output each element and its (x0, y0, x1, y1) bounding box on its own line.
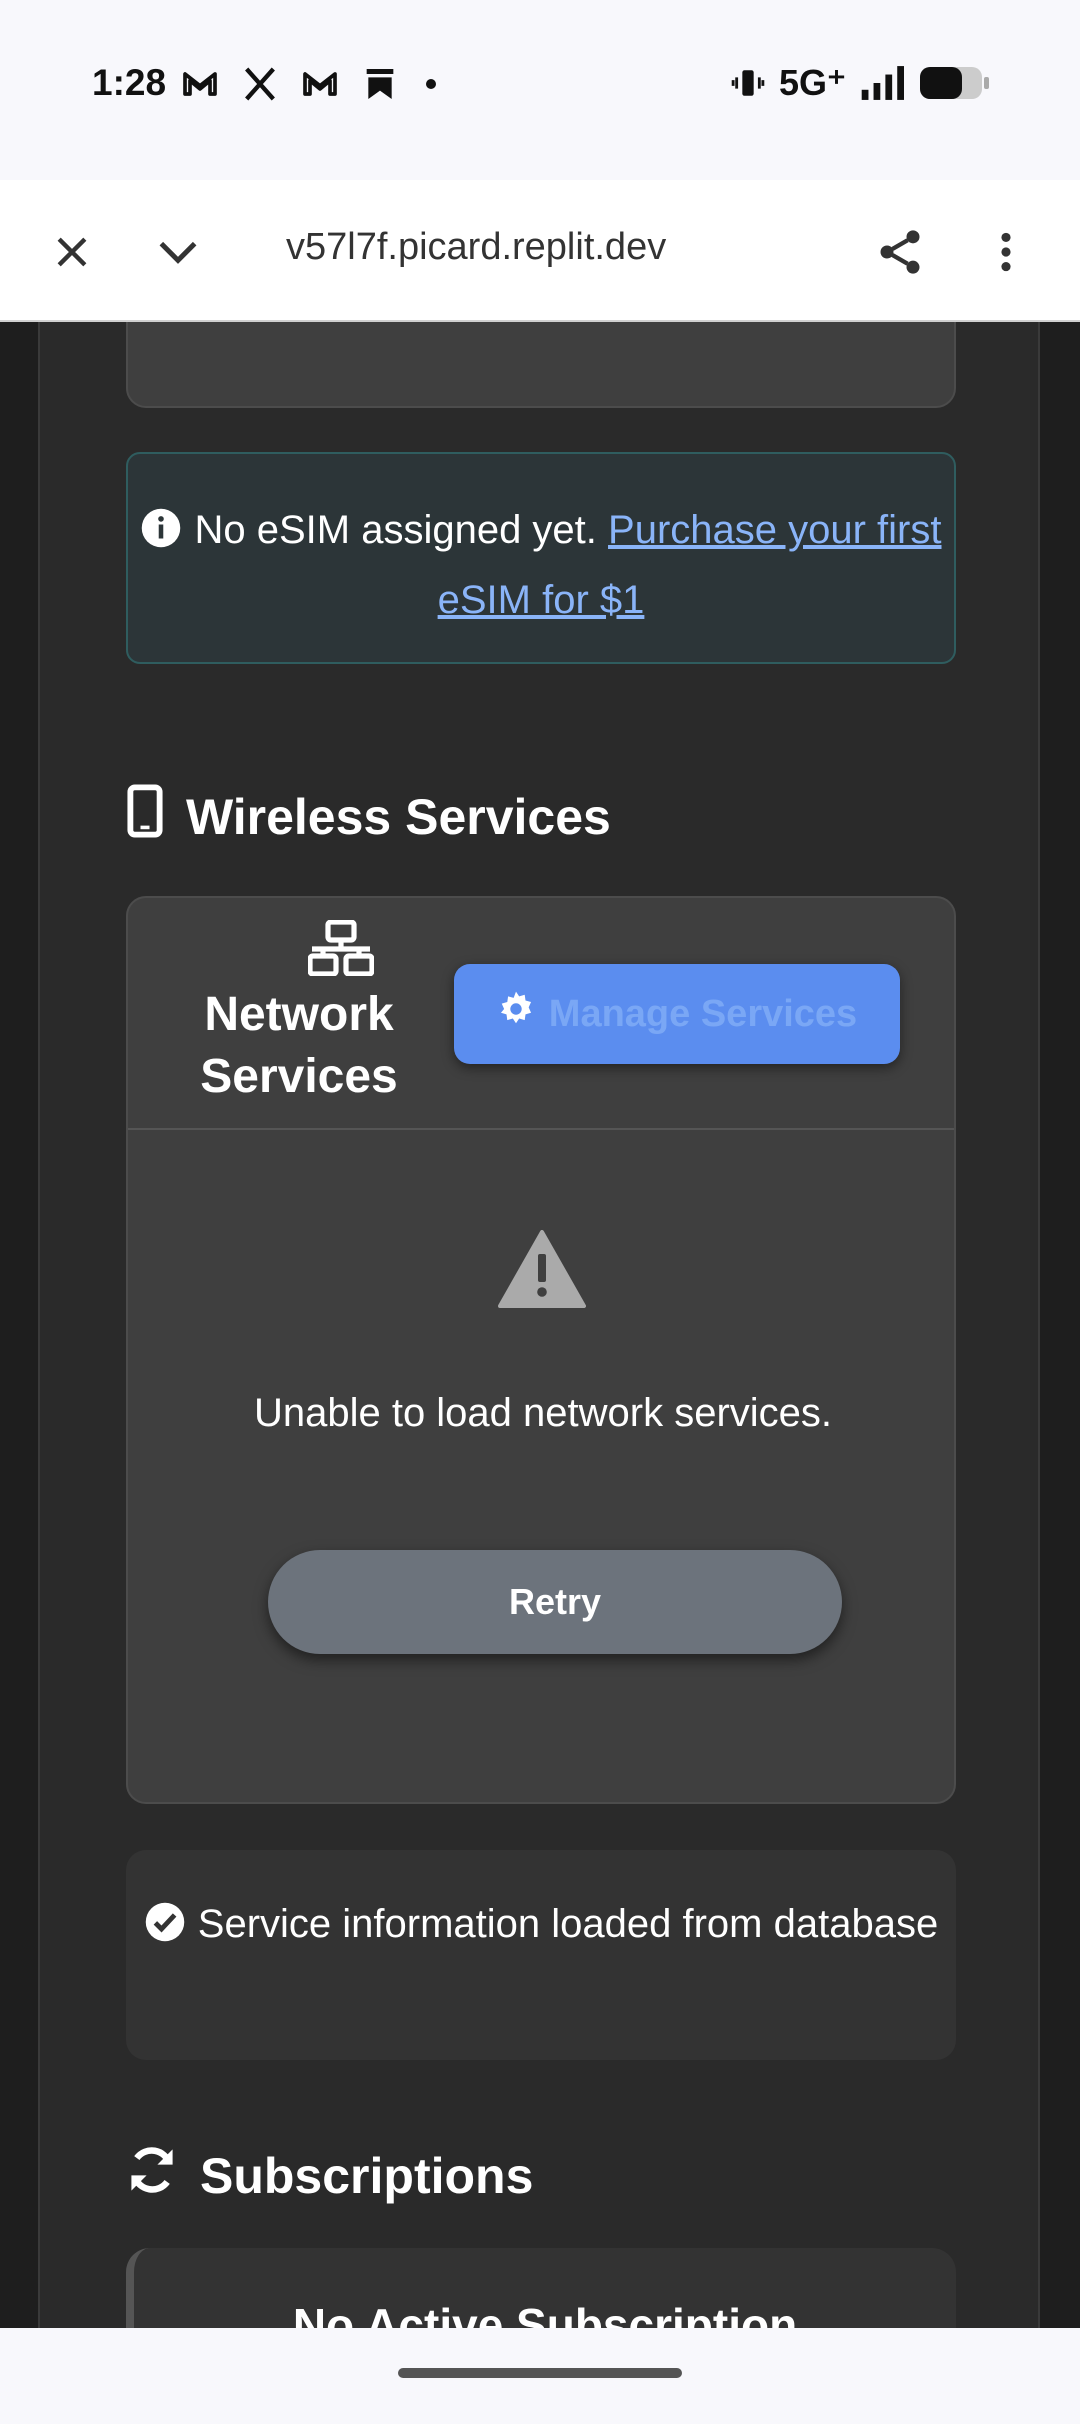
gmail-icon (303, 72, 337, 96)
bookmark-icon (366, 69, 394, 99)
network-type: 5G⁺ (778, 62, 846, 103)
manage-services-label: Manage Services (548, 992, 858, 1035)
more-vert-icon[interactable] (974, 220, 1038, 284)
system-status: 5G⁺ (731, 62, 990, 104)
wireless-title-text: Wireless Services (186, 789, 611, 845)
home-gesture-handle[interactable] (398, 2368, 682, 2378)
signal-icon (861, 66, 904, 100)
status-time: 1:28 (92, 62, 167, 103)
network-error-message: Unable to load network services. (253, 1391, 833, 1435)
subscriptions-title-text: Subscriptions (200, 2148, 534, 2204)
info-icon (140, 504, 182, 568)
wireless-section-title: Wireless Services (126, 784, 611, 850)
more-notifications-dot (426, 79, 436, 89)
check-circle-icon (144, 1898, 186, 1962)
subscription-card: No Active Subscription (126, 2248, 956, 2328)
status-bar: 1:28 5G⁺ (0, 0, 1080, 180)
network-wired-icon (307, 919, 375, 981)
database-status-note: Service information loaded from database (126, 1850, 956, 2060)
web-page: No eSIM assigned yet. Purchase your firs… (0, 322, 1080, 2328)
network-card-header: Network Services Manage Services (128, 898, 954, 1130)
network-services-label: Network Services (200, 988, 398, 1103)
network-services-card: Network Services Manage Services Unable … (126, 896, 956, 1804)
content-container: No eSIM assigned yet. Purchase your firs… (38, 322, 1040, 2328)
previous-card (126, 322, 956, 408)
esim-alert: No eSIM assigned yet. Purchase your firs… (126, 452, 956, 664)
x-icon (245, 67, 275, 101)
mobile-phone-icon (126, 784, 164, 850)
subscriptions-section-title: Subscriptions (126, 2144, 533, 2208)
close-icon[interactable] (40, 220, 104, 284)
manage-services-button[interactable]: Manage Services (454, 964, 900, 1064)
url-display[interactable]: v57l7f.picard.replit.dev (286, 226, 736, 269)
system-nav-bar (0, 2328, 1080, 2424)
alert-text: No eSIM assigned yet. (194, 508, 597, 552)
vibrate-icon (731, 70, 765, 96)
warning-icon (498, 1230, 586, 1313)
subscription-status-title: No Active Subscription (292, 2299, 798, 2328)
gmail-icon (183, 72, 217, 96)
chevron-down-icon[interactable] (146, 220, 210, 284)
notification-icons (180, 64, 436, 104)
sync-icon (126, 2144, 178, 2208)
browser-toolbar: v57l7f.picard.replit.dev (0, 180, 1080, 322)
database-status-text: Service information loaded from database (197, 1902, 939, 1946)
gear-icon (497, 990, 535, 1038)
retry-button[interactable]: Retry (268, 1550, 842, 1654)
battery-icon (920, 67, 989, 99)
share-icon[interactable] (868, 220, 932, 284)
